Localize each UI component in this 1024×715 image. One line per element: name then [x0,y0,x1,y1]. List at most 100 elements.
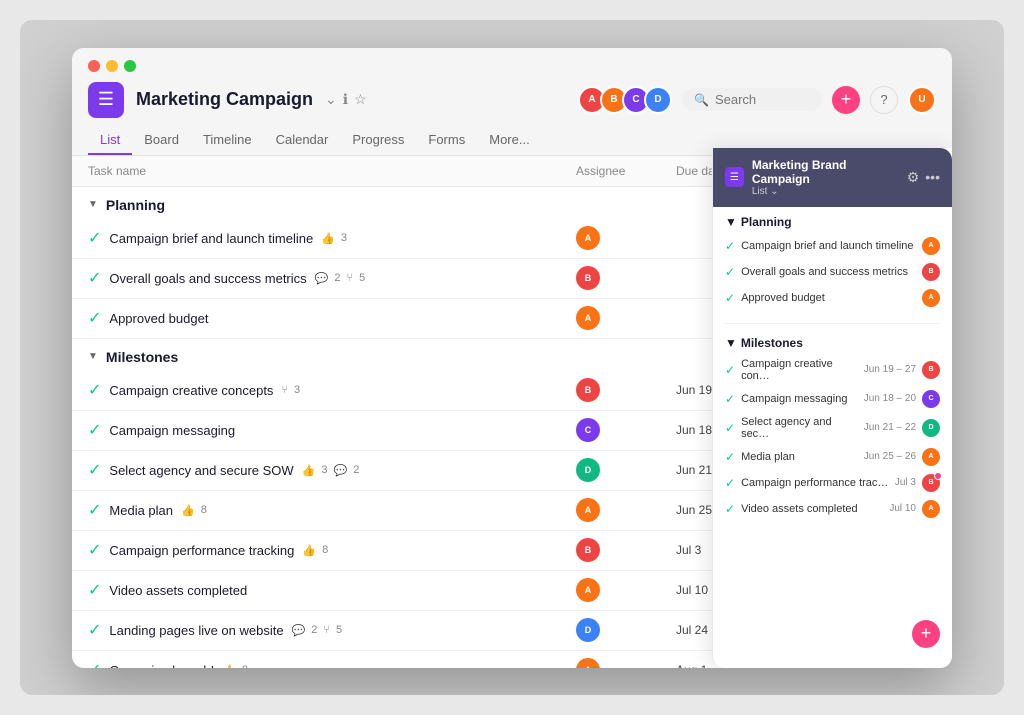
col-task-name: Task name [88,164,576,178]
app-window: ☰ Marketing Campaign ⌄ ℹ ☆ A B C D 🔍 [72,48,952,668]
section-title-planning: Planning [106,197,165,213]
tab-board[interactable]: Board [132,126,191,155]
panel-add-button[interactable]: + [912,620,940,648]
panel-task-date: Jun 19 – 27 [864,364,916,375]
assignee-avatar: A [576,498,600,522]
header-right: A B C D 🔍 + ? U [578,86,936,114]
main-content: Task name Assignee Due date Status ▼ Pla… [72,156,952,668]
task-meta: 👍8 [181,504,207,517]
minimize-button[interactable] [106,60,118,72]
assignee-cell: A [576,578,676,602]
panel-section-arrow: ▼ [725,336,737,350]
assignee-avatar: B [576,378,600,402]
panel-task[interactable]: ✓ Campaign creative con… Jun 19 – 27 B [725,354,940,386]
tab-forms[interactable]: Forms [416,126,477,155]
check-icon: ✓ [88,540,101,560]
panel-task-date: Jul 3 [895,477,916,488]
task-meta: ⑂3 [281,384,300,396]
task-meta: 💬2 ⑂5 [315,272,366,285]
panel-task-check: ✓ [725,502,735,516]
thumbs-up-icon: 👍 [302,544,316,557]
check-icon: ✓ [88,228,101,248]
panel-task-avatar: A [922,448,940,466]
app-header: ☰ Marketing Campaign ⌄ ℹ ☆ A B C D 🔍 [88,82,936,118]
panel-title: Marketing Brand Campaign [752,158,899,186]
panel-task[interactable]: ✓ Video assets completed Jul 10 A [725,496,940,522]
check-icon: ✓ [88,420,101,440]
task-meta: 👍3 💬2 [302,464,360,477]
panel-task-name: Approved budget [741,292,916,304]
info-icon[interactable]: ℹ [343,91,348,108]
user-avatar[interactable]: U [908,86,936,114]
section-arrow-milestones: ▼ [88,351,98,362]
search-input[interactable] [715,92,810,107]
panel-task[interactable]: ✓ Campaign brief and launch timeline A [725,233,940,259]
assignee-avatar: A [576,658,600,668]
task-label: Campaign launch! [109,663,214,668]
task-meta: 👍8 [302,544,328,557]
task-name: ✓ Campaign brief and launch timeline 👍3 [88,228,576,248]
assignee-cell: A [576,226,676,250]
tab-calendar[interactable]: Calendar [264,126,341,155]
check-icon: ✓ [88,308,101,328]
help-button[interactable]: ? [870,86,898,114]
panel-task[interactable]: ✓ Approved budget A [725,285,940,311]
panel-task[interactable]: ✓ Overall goals and success metrics B [725,259,940,285]
col-assignee: Assignee [576,164,676,178]
panel-title-group: Marketing Brand Campaign List ⌄ [752,158,899,197]
maximize-button[interactable] [124,60,136,72]
assignee-cell: D [576,618,676,642]
tab-timeline[interactable]: Timeline [191,126,264,155]
panel-subtitle: List ⌄ [752,186,899,197]
tab-more[interactable]: More... [477,126,541,155]
task-name: ✓ Approved budget [88,308,576,328]
assignee-avatar: B [576,538,600,562]
assignee-avatar: D [576,618,600,642]
panel-more-icon[interactable]: ••• [925,169,940,186]
panel-settings-icon[interactable]: ⚙ [907,169,920,186]
task-name: ✓ Video assets completed [88,580,576,600]
star-icon[interactable]: ☆ [354,91,367,108]
panel-task[interactable]: ✓ Select agency and sec… Jun 21 – 22 D [725,412,940,444]
task-label: Campaign performance tracking [109,543,294,558]
panel-task-name: Video assets completed [741,503,883,515]
panel-task[interactable]: ✓ Campaign performance trac… Jul 3 B [725,470,940,496]
search-bar[interactable]: 🔍 [682,88,822,111]
task-label: Landing pages live on website [109,623,283,638]
thumbs-up-icon: 👍 [302,464,316,477]
search-icon: 🔍 [694,93,709,107]
task-label: Campaign creative concepts [109,383,273,398]
app-icon: ☰ [88,82,124,118]
check-icon: ✓ [88,620,101,640]
panel-task[interactable]: ✓ Campaign messaging Jun 18 – 20 C [725,386,940,412]
subtask-icon: ⑂ [346,272,353,284]
assignee-avatar: A [576,578,600,602]
task-name: ✓ Campaign creative concepts ⑂3 [88,380,576,400]
task-label: Select agency and secure SOW [109,463,293,478]
comment-icon: 💬 [315,272,329,285]
task-label: Campaign messaging [109,423,235,438]
task-label: Video assets completed [109,583,247,598]
tab-list[interactable]: List [88,126,132,155]
subtask-icon: ⑂ [323,624,330,636]
assignee-cell: B [576,538,676,562]
panel-task-check: ✓ [725,291,735,305]
panel-task-name: Media plan [741,451,858,463]
panel-task[interactable]: ✓ Media plan Jun 25 – 26 A [725,444,940,470]
panel-task-name: Campaign performance trac… [741,477,889,489]
assignee-avatar: D [576,458,600,482]
dropdown-icon[interactable]: ⌄ [325,91,337,108]
assignee-avatar: B [576,266,600,290]
panel-header: ☰ Marketing Brand Campaign List ⌄ ⚙ ••• [713,156,952,207]
close-button[interactable] [88,60,100,72]
check-icon: ✓ [88,380,101,400]
panel-icon: ☰ [725,167,744,187]
panel-section-title: ▼ Milestones [725,336,940,350]
add-button[interactable]: + [832,86,860,114]
panel-task-avatar: B [922,474,940,492]
panel-task-avatar: A [922,500,940,518]
comment-icon: 💬 [292,624,306,637]
task-name: ✓ Campaign messaging [88,420,576,440]
assignee-avatar: A [576,306,600,330]
tab-progress[interactable]: Progress [340,126,416,155]
